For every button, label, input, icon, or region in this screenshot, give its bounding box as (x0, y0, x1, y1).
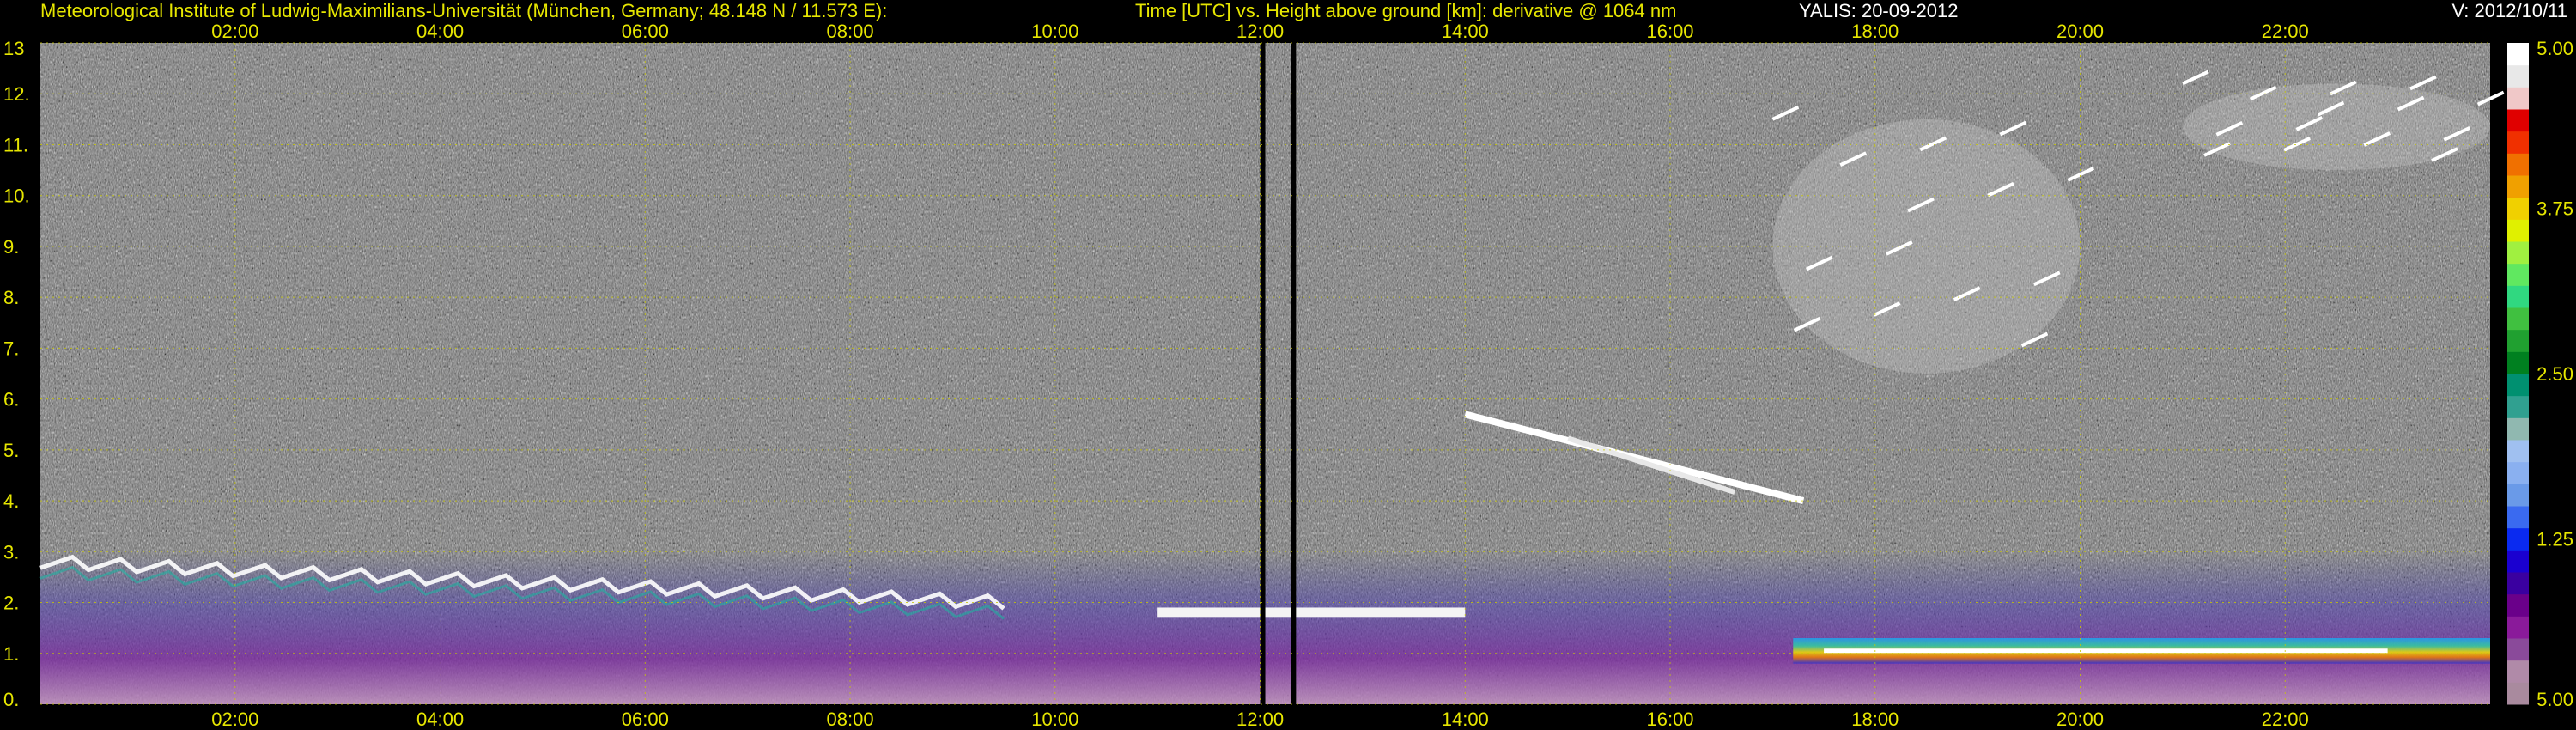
colorbar-swatch (2507, 87, 2529, 110)
colorbar-swatch (2507, 109, 2529, 132)
colorbar-swatch (2507, 175, 2529, 198)
feature-cirrus-2 (2182, 83, 2490, 171)
y-tick-label: 7. (3, 338, 19, 359)
colorbar-swatch (2507, 351, 2529, 374)
colorbar-tick-label: 5.00 (2537, 689, 2573, 710)
y-tick-label: 0. (3, 689, 19, 710)
colorbar-swatch (2507, 484, 2529, 507)
colorbar-swatch (2507, 638, 2529, 661)
colorbar-swatch (2507, 593, 2529, 617)
header-institute: Meteorological Institute of Ludwig-Maxim… (40, 0, 887, 21)
colorbar-swatch (2507, 572, 2529, 595)
colorbar-swatch (2507, 285, 2529, 308)
x-tick-label: 18:00 (1851, 21, 1899, 42)
colorbar-swatch (2507, 241, 2529, 265)
colorbar-swatch (2507, 616, 2529, 639)
header-instrument: YALIS: 20-09-2012 (1799, 0, 1959, 21)
feature-data-gap-1 (1260, 43, 1266, 704)
x-tick-label: 14:00 (1442, 709, 1489, 730)
colorbar-swatch (2507, 374, 2529, 397)
x-tick-label: 08:00 (827, 21, 874, 42)
colorbar-swatch (2507, 395, 2529, 418)
y-tick-labels: 0. 1. 2. 3. 4. 5. 6. 7. 8. 9. 10. 11. 12. 13 (3, 38, 30, 710)
y-tick-label: 10. (3, 186, 30, 207)
x-tick-labels-bottom: 02:00 04:00 06:00 08:00 10:00 12:00 14:00 16:00… (211, 709, 2309, 730)
colorbar-swatch (2507, 440, 2529, 463)
x-tick-labels-top: 02:00 04:00 06:00 08:00 10:00 12:00 14:00 16:00… (211, 21, 2309, 42)
colorbar-swatch (2507, 461, 2529, 484)
colorbar-swatch (2507, 263, 2529, 286)
colorbar-swatch (2507, 64, 2529, 88)
colorbar-tick-label: 3.75 (2537, 198, 2573, 220)
colorbar-swatch (2507, 527, 2529, 551)
x-tick-label: 14:00 (1442, 21, 1489, 42)
colorbar-swatch (2507, 307, 2529, 331)
y-tick-label: 6. (3, 389, 19, 411)
y-tick-label: 2. (3, 593, 19, 614)
y-tick-label: 4. (3, 490, 19, 512)
x-tick-label: 08:00 (827, 709, 874, 730)
colorbar-swatch (2507, 550, 2529, 573)
y-tick-label: 12. (3, 83, 30, 105)
y-tick-label: 11. (3, 134, 28, 155)
x-tick-label: 06:00 (622, 21, 669, 42)
colorbar-swatch (2507, 43, 2529, 66)
x-tick-label: 10:00 (1031, 709, 1078, 730)
colorbar-swatch (2507, 417, 2529, 441)
x-tick-label: 22:00 (2262, 709, 2309, 730)
y-tick-label: 5. (3, 440, 19, 461)
x-tick-label: 04:00 (416, 21, 464, 42)
x-tick-label: 22:00 (2262, 21, 2309, 42)
x-tick-label: 12:00 (1236, 709, 1284, 730)
y-tick-label: 9. (3, 236, 19, 258)
x-tick-label: 10:00 (1031, 21, 1078, 42)
colorbar-swatch (2507, 153, 2529, 176)
chart-title: Time [UTC] vs. Height above ground [km]:… (1135, 0, 1676, 21)
x-tick-label: 16:00 (1646, 21, 1693, 42)
colorbar: 5.00 3.75 2.50 1.25 5.00 (2507, 38, 2573, 710)
colorbar-swatch (2507, 329, 2529, 352)
colorbar-swatch (2507, 219, 2529, 242)
colorbar-swatch (2507, 682, 2529, 705)
x-tick-label: 06:00 (622, 709, 669, 730)
x-tick-label: 04:00 (416, 709, 464, 730)
y-tick-label: 3. (3, 541, 19, 563)
x-tick-label: 18:00 (1851, 709, 1899, 730)
y-tick-label: 1. (3, 643, 19, 665)
x-tick-label: 02:00 (211, 709, 258, 730)
x-tick-label: 20:00 (2057, 21, 2104, 42)
colorbar-tick-label: 5.00 (2537, 38, 2573, 59)
colorbar-tick-label: 2.50 (2537, 363, 2573, 385)
feature-cloud-layer-low (1157, 607, 1466, 618)
header-version: V: 2012/10/11 (2451, 0, 2567, 21)
colorbar-swatch (2507, 197, 2529, 220)
feature-cirrus-1 (1772, 119, 2081, 374)
x-tick-label: 12:00 (1236, 21, 1284, 42)
lidar-chart: 02:00 04:00 06:00 08:00 10:00 12:00 14:00 16:00… (3, 0, 2573, 730)
colorbar-swatch (2507, 660, 2529, 683)
colorbar-swatch (2507, 131, 2529, 154)
colorbar-tick-label: 1.25 (2537, 529, 2573, 551)
x-tick-label: 16:00 (1646, 709, 1693, 730)
y-tick-label: 8. (3, 287, 19, 308)
x-tick-label: 02:00 (211, 21, 258, 42)
y-tick-label: 13 (3, 38, 24, 59)
colorbar-swatch (2507, 506, 2529, 529)
feature-data-gap-2 (1291, 43, 1297, 704)
x-tick-label: 20:00 (2057, 709, 2104, 730)
